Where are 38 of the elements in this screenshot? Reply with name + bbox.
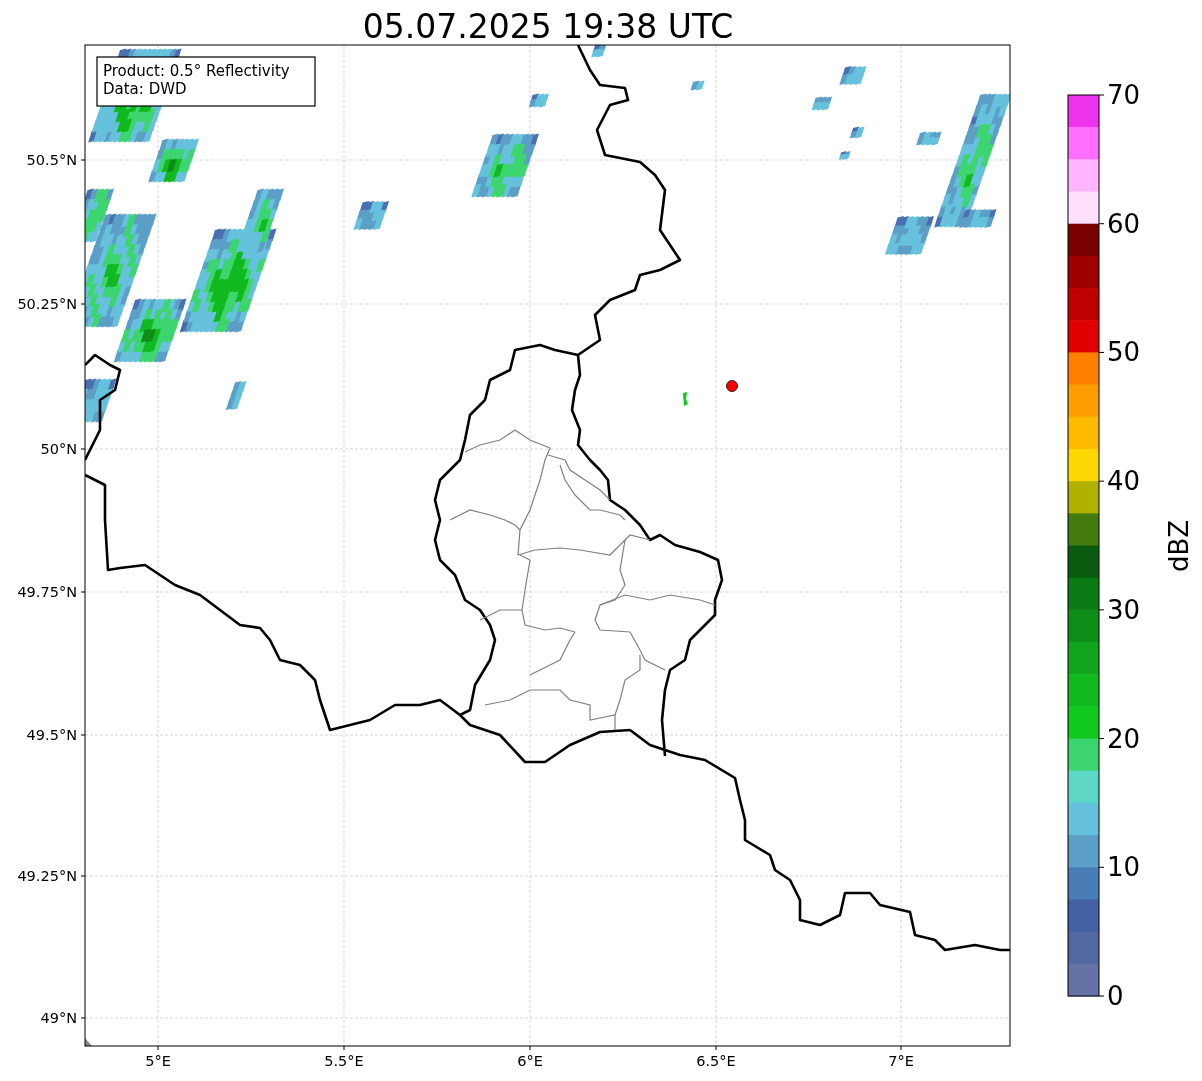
- location-marker: [726, 380, 738, 392]
- radar-echo: [591, 45, 607, 58]
- colorbar-label: 40: [1107, 466, 1141, 497]
- info-text: Product: 0.5° Reflectivity: [103, 62, 290, 80]
- colorbar-label: 0: [1107, 981, 1124, 1011]
- axis-label: 50°N: [40, 441, 77, 457]
- radar-echo: [85, 378, 117, 423]
- axis-label: 49.75°N: [17, 584, 77, 600]
- axis-label: 5°E: [145, 1053, 171, 1069]
- radar-echo: [683, 392, 688, 406]
- radar-echo: [849, 126, 865, 139]
- radar-echo: [471, 133, 539, 198]
- axis-label: 6.5°E: [696, 1053, 736, 1069]
- colorbar-label: 30: [1107, 594, 1141, 625]
- radar-echo: [225, 381, 247, 410]
- radar-echo: [811, 96, 832, 111]
- radar-echo: [690, 80, 705, 91]
- colorbar-label: 60: [1107, 208, 1141, 239]
- axis-label: 49.25°N: [17, 868, 77, 884]
- colorbar-label: 20: [1107, 723, 1141, 754]
- colorbar-label: 70: [1107, 80, 1141, 110]
- radar-echo: [353, 201, 389, 230]
- axis-label: 7°E: [888, 1053, 914, 1069]
- info-text: Data: DWD: [103, 80, 187, 98]
- colorbar-label: 10: [1107, 852, 1141, 883]
- axis-label: 5.5°E: [324, 1053, 364, 1069]
- radar-echo: [839, 66, 867, 85]
- axis-label: 50.5°N: [26, 152, 77, 168]
- axis-label: 49.5°N: [26, 727, 77, 743]
- radar-echo: [85, 1038, 92, 1046]
- axis-label: 49°N: [40, 1010, 77, 1026]
- axis-label: 50.25°N: [17, 296, 77, 312]
- radar-echo: [528, 93, 549, 108]
- chart-title: 05.07.2025 19:38 UTC: [362, 7, 734, 46]
- axis-label: 6°E: [517, 1053, 543, 1069]
- colorbar-title: dBZ: [1164, 519, 1194, 573]
- colorbar-label: 50: [1107, 337, 1141, 368]
- radar-echo: [838, 151, 851, 160]
